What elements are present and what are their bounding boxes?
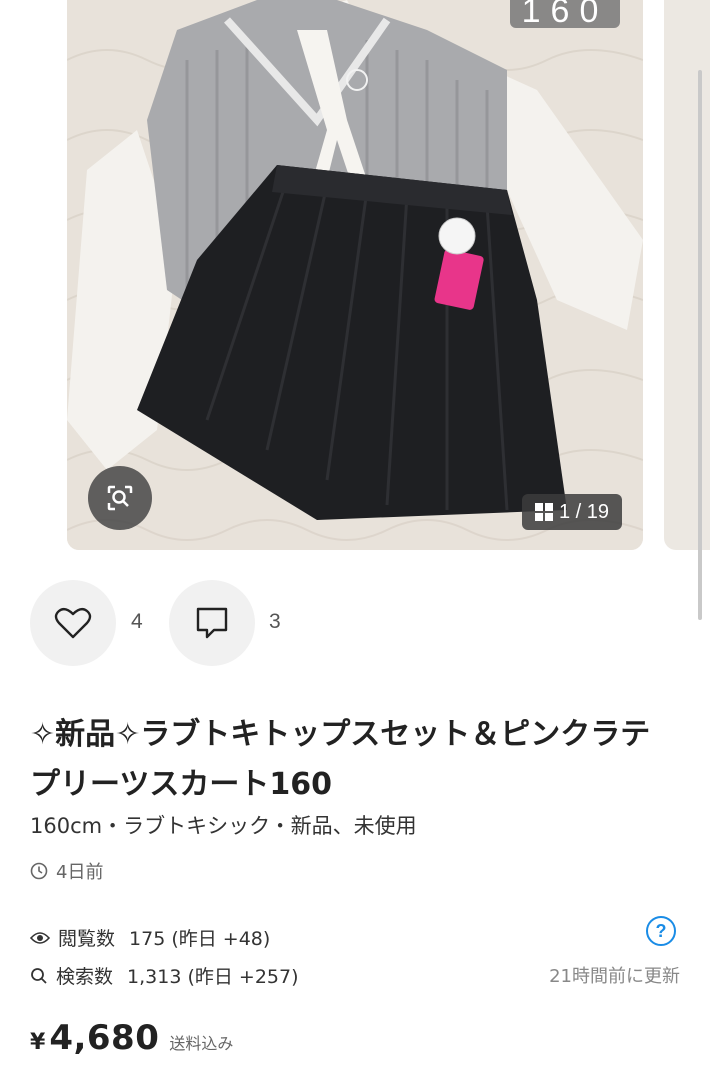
zoom-search-icon (107, 485, 133, 511)
comment-count: 3 (269, 610, 281, 633)
price-amount: 4,680 (49, 1018, 160, 1058)
item-title: ✧新品✧ラブトキトップスセット＆ピンクラテプリーツスカート160 (30, 717, 651, 802)
image-counter-text: 1 / 19 (558, 500, 610, 523)
image-counter[interactable]: 1 / 19 (522, 494, 622, 530)
eye-icon (30, 931, 50, 944)
views-value: 175 (昨日 +48) (129, 928, 271, 950)
search-stat: 検索数 1,313 (昨日 +257) (30, 962, 299, 989)
item-meta: 160cm・ラブトキシック・新品、未使用 (30, 814, 417, 838)
posted-time: 4日前 (30, 858, 103, 884)
product-photo-illustration (67, 0, 643, 550)
help-icon[interactable]: ? (646, 916, 676, 946)
product-image[interactable] (67, 0, 643, 550)
search-label: 検索数 (56, 966, 114, 988)
comment-icon (196, 607, 228, 639)
heart-icon (54, 607, 92, 639)
price: ¥ 4,680 送料込み (30, 1018, 233, 1058)
next-image-preview[interactable] (664, 0, 710, 550)
search-icon (31, 967, 47, 984)
views-stat: 閲覧数 175 (昨日 +48) (30, 924, 270, 951)
grid-icon (534, 503, 553, 521)
clock-icon (30, 862, 48, 880)
page-scrollbar[interactable] (698, 70, 702, 620)
like-count: 4 (131, 610, 143, 633)
like-button[interactable] (30, 580, 116, 666)
comment-button[interactable] (169, 580, 255, 666)
item-detail-page: 160 1 / 19 4 3 ✧新品✧ラブトキトップスセット＆ピンクラテプリーツ… (0, 0, 710, 1080)
views-label: 閲覧数 (58, 928, 116, 950)
shipping-included: 送料込み (169, 1034, 234, 1053)
currency-symbol: ¥ (30, 1030, 46, 1055)
photo-size-label: 160 (510, 0, 620, 28)
search-value: 1,313 (昨日 +257) (127, 966, 299, 988)
updated-time: 21時間前に更新 (549, 966, 680, 987)
zoom-button[interactable] (88, 466, 152, 530)
posted-time-text: 4日前 (56, 862, 104, 883)
